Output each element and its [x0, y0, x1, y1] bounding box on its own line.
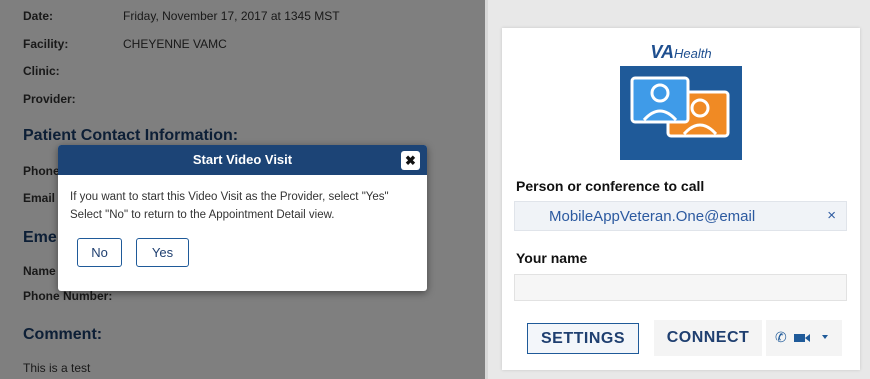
- video-call-card: VAHealth Person or conference to call Mo…: [502, 28, 860, 370]
- your-name-input[interactable]: [514, 274, 847, 301]
- call-type-dropdown[interactable]: ✆: [766, 320, 842, 356]
- start-video-visit-dialog: Start Video Visit ✖ If you want to start…: [58, 145, 427, 291]
- dialog-header: Start Video Visit ✖: [58, 145, 427, 175]
- callee-field[interactable]: MobileAppVeteran.One@email ×: [514, 201, 847, 231]
- logo-va: VA: [650, 42, 675, 62]
- callee-label: Person or conference to call: [516, 178, 705, 194]
- connect-button[interactable]: CONNECT: [654, 320, 762, 356]
- va-health-wordmark: VAHealth: [620, 42, 742, 63]
- logo-health: Health: [674, 46, 712, 61]
- dialog-title: Start Video Visit: [192, 152, 293, 167]
- no-button[interactable]: No: [77, 238, 122, 267]
- settings-button[interactable]: SETTINGS: [527, 323, 639, 354]
- video-visit-icon: [630, 76, 730, 138]
- your-name-label: Your name: [516, 250, 588, 266]
- callee-value: MobileAppVeteran.One@email: [549, 208, 756, 225]
- phone-icon: ✆: [775, 329, 787, 345]
- clear-icon[interactable]: ×: [827, 207, 836, 224]
- dialog-message-line-1: If you want to start this Video Visit as…: [70, 191, 389, 203]
- dialog-message-line-2: Select "No" to return to the Appointment…: [70, 209, 335, 221]
- chevron-down-icon: [822, 335, 828, 339]
- video-camera-icon: [794, 334, 810, 342]
- close-icon[interactable]: ✖: [401, 151, 420, 170]
- yes-button[interactable]: Yes: [136, 238, 189, 267]
